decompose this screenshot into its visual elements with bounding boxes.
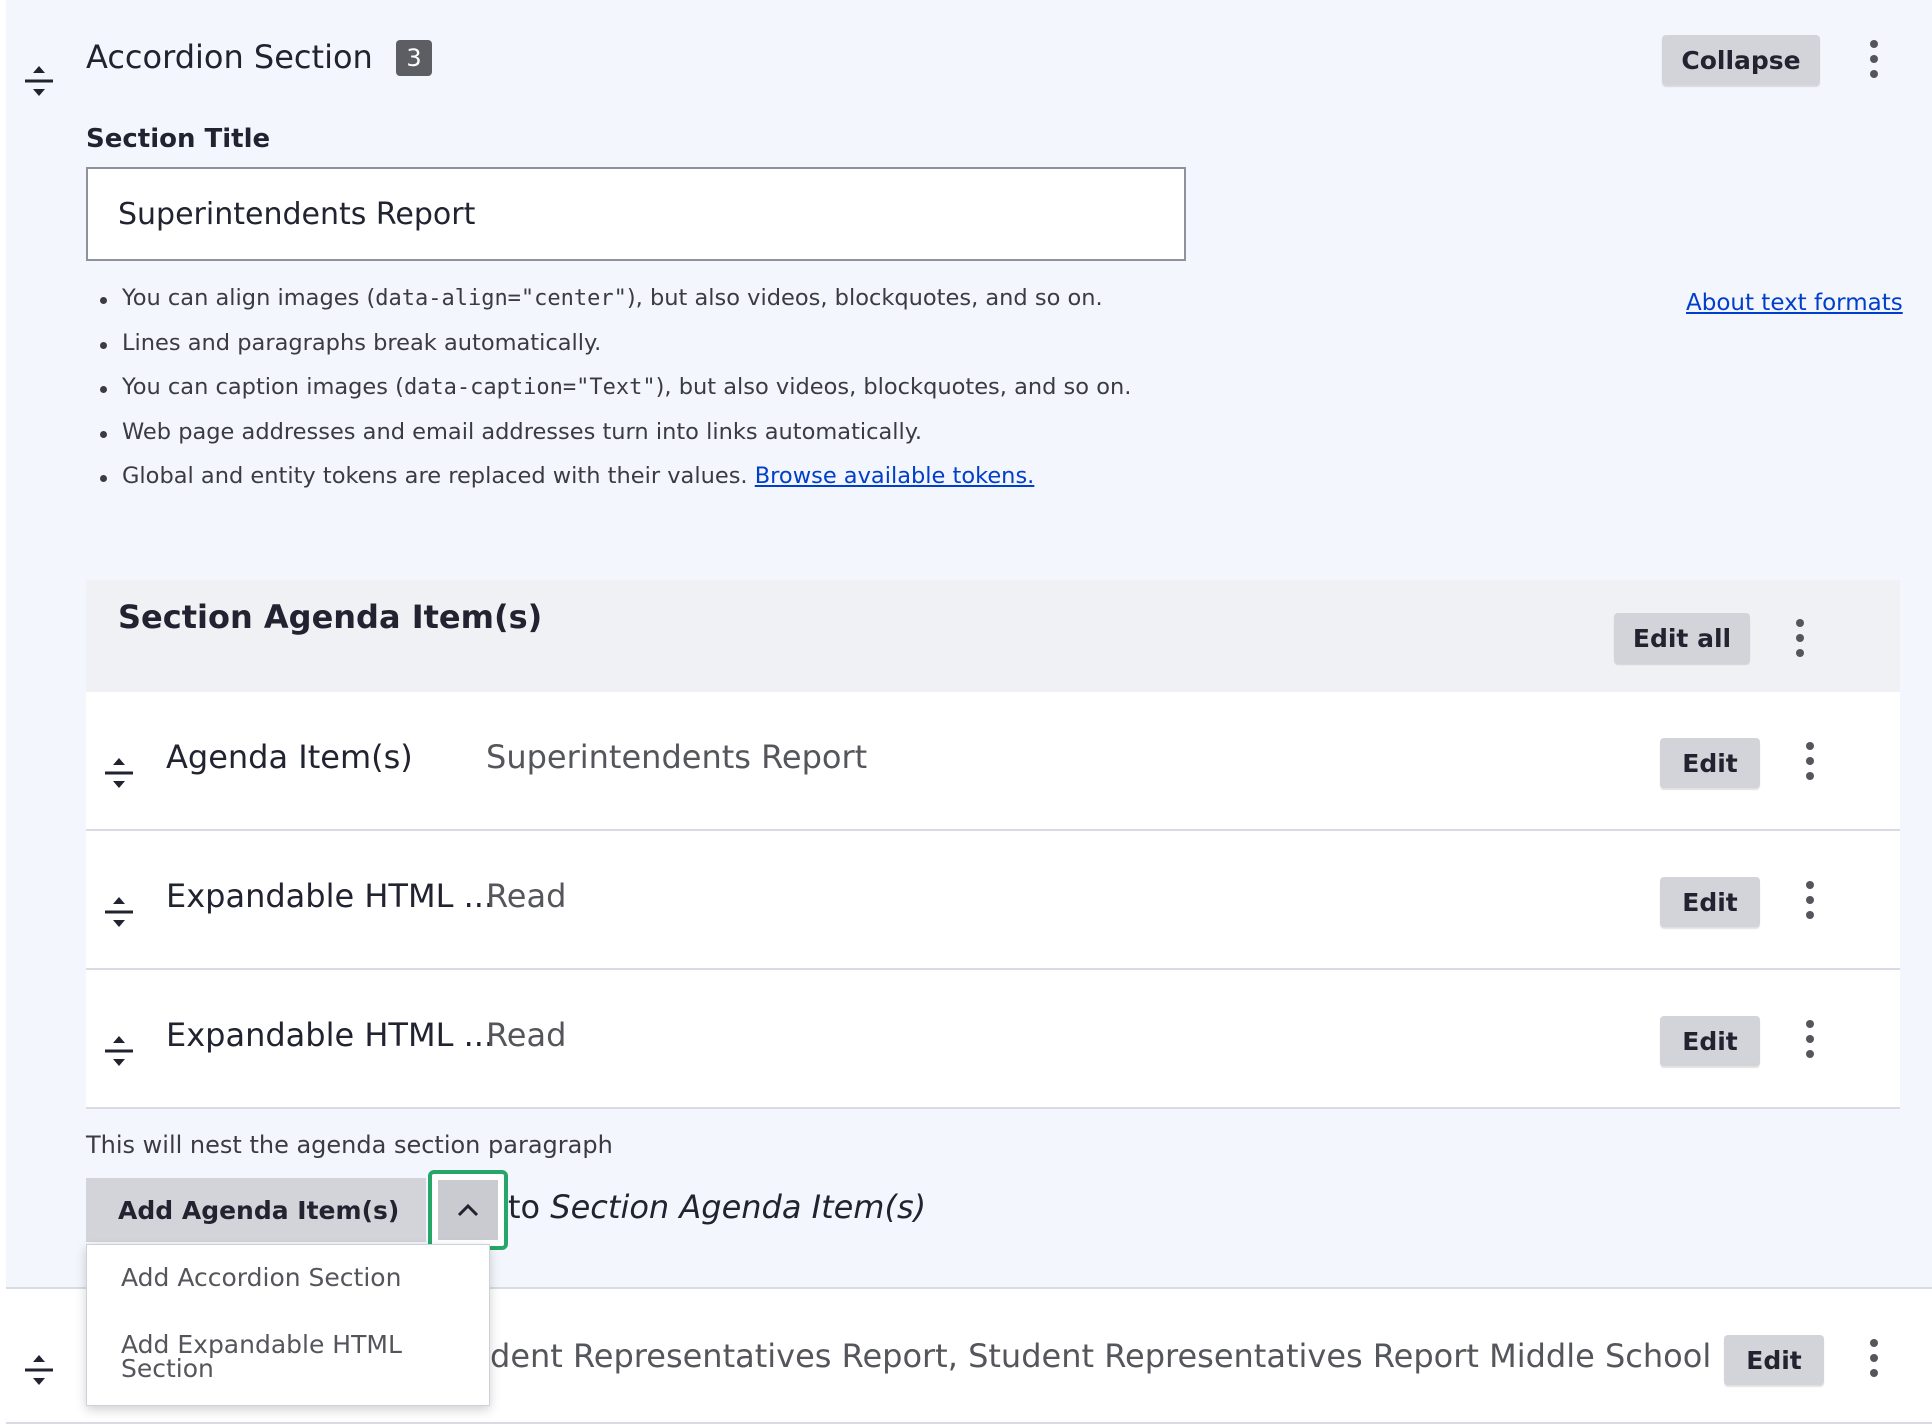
add-target-text: to Section Agenda Item(s) bbox=[508, 1188, 927, 1226]
row-actions-kebab-icon[interactable] bbox=[1800, 877, 1820, 923]
item-count-badge: 3 bbox=[396, 40, 432, 76]
list-item: You can align images (data-align="center… bbox=[100, 278, 1131, 323]
browse-tokens-link[interactable]: Browse available tokens. bbox=[755, 463, 1035, 489]
row-type-label: Agenda Item(s) bbox=[166, 738, 413, 776]
list-item: Web page addresses and email addresses t… bbox=[100, 412, 1131, 457]
list-item: Lines and paragraphs break automatically… bbox=[100, 323, 1131, 368]
add-target-name: Section Agenda Item(s) bbox=[550, 1188, 927, 1226]
drag-handle-icon[interactable] bbox=[102, 895, 136, 929]
edit-button[interactable]: Edit bbox=[1660, 877, 1760, 927]
row-actions-kebab-icon[interactable] bbox=[1800, 1016, 1820, 1062]
list-item: Global and entity tokens are replaced wi… bbox=[100, 456, 1131, 501]
list-item: You can caption images (data-caption="Te… bbox=[100, 367, 1131, 412]
add-accordion-section-option[interactable]: Add Accordion Section bbox=[121, 1265, 401, 1291]
edit-button[interactable]: Edit bbox=[1660, 1016, 1760, 1066]
row-actions-kebab-icon[interactable] bbox=[1800, 738, 1820, 784]
row-summary: dent Representatives Report, Student Rep… bbox=[490, 1337, 1710, 1375]
section-title-heading: Accordion Section bbox=[86, 38, 373, 76]
row-summary: Read bbox=[486, 1016, 567, 1054]
collapse-button[interactable]: Collapse bbox=[1662, 35, 1820, 85]
chevron-up-icon bbox=[438, 1180, 498, 1240]
table-row: Agenda Item(s) Superintendents Report Ed… bbox=[86, 692, 1900, 831]
add-dropdown-toggle[interactable] bbox=[428, 1170, 508, 1250]
drag-handle-icon[interactable] bbox=[22, 1353, 56, 1387]
row-type-label: Expandable HTML ... bbox=[166, 877, 495, 915]
table-row: Expandable HTML ... Read Edit bbox=[86, 831, 1900, 970]
text-format-tips: You can align images (data-align="center… bbox=[100, 278, 1131, 501]
add-description: This will nest the agenda section paragr… bbox=[86, 1131, 613, 1159]
edit-button[interactable]: Edit bbox=[1724, 1335, 1824, 1385]
row-summary: Superintendents Report bbox=[486, 738, 868, 776]
section-title-input[interactable] bbox=[86, 167, 1186, 261]
agenda-actions-kebab-icon[interactable] bbox=[1790, 615, 1810, 661]
agenda-items-header: Section Agenda Item(s) Edit all bbox=[86, 580, 1900, 692]
add-agenda-item-button[interactable]: Add Agenda Item(s) bbox=[86, 1178, 426, 1242]
section-actions-kebab-icon[interactable] bbox=[1864, 36, 1884, 82]
about-text-formats-link[interactable]: About text formats bbox=[1686, 290, 1903, 316]
row-summary: Read bbox=[486, 877, 567, 915]
drag-handle-icon[interactable] bbox=[102, 756, 136, 790]
add-dropdown-menu: Add Accordion Section Add Expandable HTM… bbox=[86, 1244, 490, 1406]
edit-button[interactable]: Edit bbox=[1660, 738, 1760, 788]
drag-handle-icon[interactable] bbox=[102, 1034, 136, 1068]
add-expandable-html-section-option[interactable]: Add Expandable HTML Section bbox=[121, 1332, 421, 1381]
table-row: Expandable HTML ... Read Edit bbox=[86, 970, 1900, 1109]
row-type-label: Expandable HTML ... bbox=[166, 1016, 495, 1054]
drag-handle-icon[interactable] bbox=[22, 64, 56, 98]
edit-all-button[interactable]: Edit all bbox=[1614, 613, 1750, 663]
section-title-label: Section Title bbox=[86, 124, 271, 154]
row-actions-kebab-icon[interactable] bbox=[1864, 1335, 1884, 1381]
agenda-items-heading: Section Agenda Item(s) bbox=[118, 598, 543, 636]
